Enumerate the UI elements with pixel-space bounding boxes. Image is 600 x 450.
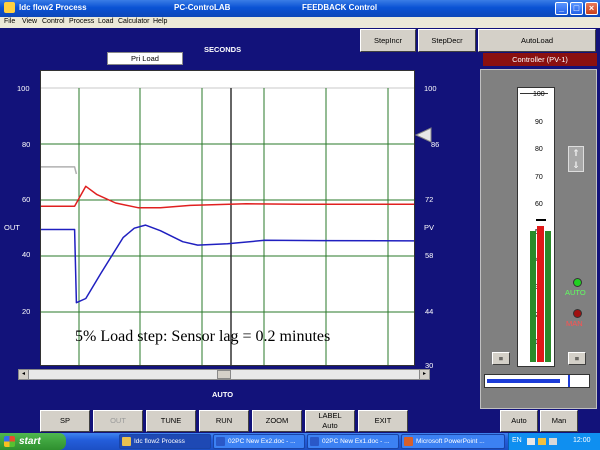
time-scrollbar[interactable]: ◂ ▸	[18, 369, 430, 380]
right-title: FEEDBACK Control	[302, 3, 378, 12]
windows-logo-icon	[4, 436, 15, 447]
window-title: Idc flow2 Process	[19, 3, 87, 12]
mode-status-label: AUTO	[212, 390, 234, 399]
exit-button[interactable]: EXIT	[358, 410, 408, 432]
series-line-1	[41, 224, 414, 304]
trend-plot	[41, 87, 414, 365]
output-bar	[537, 226, 544, 362]
menu-view[interactable]: View	[22, 18, 37, 25]
zoom-arrows-icon[interactable]: ⇑ ⇓	[568, 146, 584, 172]
auto-load-button[interactable]: AutoLoad	[478, 29, 596, 52]
man-mode-button[interactable]: Man	[540, 410, 578, 432]
left-scale-toggle-icon[interactable]: ≡	[492, 352, 510, 365]
scroll-right-icon[interactable]: ▸	[419, 370, 429, 379]
left-tick: 100	[17, 84, 30, 93]
language-indicator[interactable]: EN	[512, 437, 522, 444]
tune-button[interactable]: TUNE	[146, 410, 196, 432]
menu-bar: File View Control Process Load Calculato…	[0, 17, 600, 28]
taskbar: start Idc flow2 Process 02PC New Ex2.doc…	[0, 433, 600, 450]
step-decr-button[interactable]: StepDecr	[418, 29, 476, 52]
task-idc-flow2[interactable]: Idc flow2 Process	[119, 434, 211, 449]
seconds-label: SECONDS	[204, 45, 242, 54]
grid-lines	[41, 87, 414, 365]
sp-button[interactable]: SP	[40, 410, 90, 432]
output-slider-thumb[interactable]	[568, 375, 570, 387]
scale-tick: 70	[535, 174, 543, 181]
task-word-ex1[interactable]: 02PC New Ex1.doc - ...	[307, 434, 399, 449]
app-icon	[4, 2, 15, 13]
man-indicator-icon	[573, 309, 582, 318]
step-incr-button[interactable]: StepIncr	[360, 29, 416, 52]
right-axis-label: PV	[424, 223, 435, 232]
left-tick: 20	[22, 307, 31, 316]
zoom-button[interactable]: ZOOM	[252, 410, 302, 432]
title-bar: Idc flow2 Process PC-ControLAB FEEDBACK …	[0, 0, 600, 17]
left-tick: 60	[22, 195, 31, 204]
app-icon	[122, 437, 131, 446]
scale-tick: 100	[533, 91, 545, 98]
trend-chart: 5% Load step: Sensor lag = 0.2 minutes	[40, 70, 415, 366]
scale-tick: 60	[535, 201, 543, 208]
setpoint-marker	[536, 218, 546, 221]
center-title: PC-ControLAB	[174, 3, 231, 12]
series-line-0	[41, 185, 414, 209]
auto-indicator-label: AUTO	[565, 288, 586, 297]
task-word-ex2[interactable]: 02PC New Ex2.doc - ...	[213, 434, 305, 449]
auto-indicator-icon	[573, 278, 582, 287]
menu-file[interactable]: File	[4, 18, 15, 25]
chart-annotation: 5% Load step: Sensor lag = 0.2 minutes	[75, 328, 331, 345]
scroll-thumb[interactable]	[217, 370, 231, 379]
controller-scale: 100 90 80 70 60 50 40 30 20 10	[517, 87, 555, 367]
start-button[interactable]: start	[0, 433, 66, 450]
pv-bar-left	[530, 231, 536, 362]
setpoint-pointer-icon[interactable]	[415, 127, 433, 143]
right-tick: 44	[425, 307, 434, 316]
task-powerpoint[interactable]: Microsoft PowerPoint ...	[401, 434, 505, 449]
left-tick: 40	[22, 250, 31, 259]
menu-calculator[interactable]: Calculator	[118, 18, 150, 25]
scroll-left-icon[interactable]: ◂	[19, 370, 29, 379]
pv-bar-right	[545, 231, 551, 362]
maximize-icon[interactable]: □	[570, 2, 583, 15]
right-tick: 100	[424, 84, 437, 93]
menu-process[interactable]: Process	[69, 18, 94, 25]
series-line-2	[41, 166, 78, 175]
auto-mode-button[interactable]: Auto	[500, 410, 538, 432]
minimize-icon[interactable]: _	[555, 2, 568, 15]
word-icon	[216, 437, 225, 446]
tray-icon[interactable]	[527, 438, 535, 445]
right-tick: 58	[425, 251, 434, 260]
scale-tick: 80	[535, 146, 543, 153]
label-auto-button[interactable]: LABEL Auto	[305, 410, 355, 432]
powerpoint-icon	[404, 437, 413, 446]
menu-load[interactable]: Load	[98, 18, 114, 25]
output-slider-fill	[487, 379, 560, 383]
word-icon	[310, 437, 319, 446]
right-scale-toggle-icon[interactable]: ≡	[568, 352, 586, 365]
left-axis-label: OUT	[4, 223, 20, 232]
menu-control[interactable]: Control	[42, 18, 65, 25]
left-tick: 80	[22, 140, 31, 149]
run-button[interactable]: RUN	[199, 410, 249, 432]
system-tray: EN 12:00	[508, 433, 600, 450]
tray-icon[interactable]	[549, 438, 557, 445]
controller-label: Controller (PV-1)	[483, 53, 597, 66]
menu-help[interactable]: Help	[153, 18, 167, 25]
output-slider[interactable]	[484, 374, 590, 388]
out-button[interactable]: OUT	[93, 410, 143, 432]
scale-tick: 90	[535, 119, 543, 126]
right-tick: 72	[425, 195, 434, 204]
close-icon[interactable]: ×	[585, 2, 598, 15]
clock: 12:00	[573, 437, 591, 444]
tray-icon[interactable]	[538, 438, 546, 445]
pri-load-field[interactable]: Pri Load	[107, 52, 183, 65]
start-label: start	[19, 436, 41, 447]
man-indicator-label: MAN	[566, 319, 583, 328]
